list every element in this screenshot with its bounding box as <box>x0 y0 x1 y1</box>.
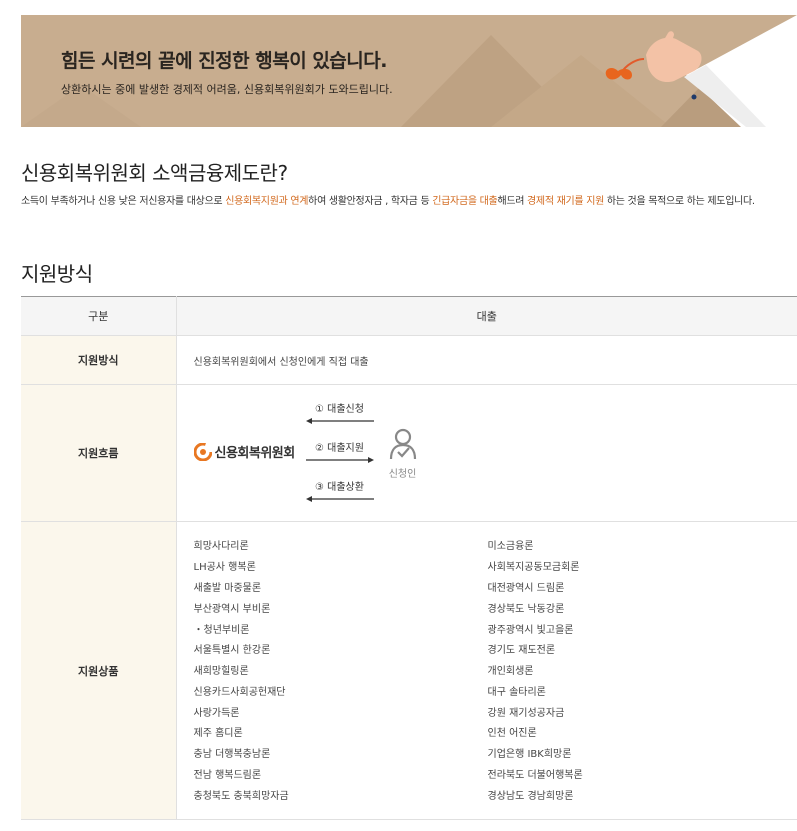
product-item: 전남 행복드림론 <box>193 770 262 782</box>
product-item: 서울특별시 한강론 <box>193 645 271 657</box>
intro-text: 하여 생활안정자금 , 학자금 등 <box>308 196 433 207</box>
applicant-person-icon <box>389 428 416 460</box>
product-item: 개인회생론 <box>487 666 534 678</box>
product-item: 사회복지공동모금회론 <box>487 562 580 574</box>
product-item: 인천 어진론 <box>487 728 537 740</box>
row-label-method: 지원방식 <box>21 335 177 385</box>
intro-text: 하는 것을 목적으로 하는 제도입니다. <box>604 196 755 207</box>
product-item: ・청년부비론 <box>193 624 250 636</box>
product-item: 새출발 마중물론 <box>193 582 262 594</box>
row-value-products: 희망사다리론 LH공사 행복론새출발 마중물론부산광역시 부비론 ・청년부비론서울특… <box>176 521 797 820</box>
arrow-right-icon <box>305 457 374 463</box>
flow-step-repay: ③ 대출상환 <box>315 482 364 493</box>
table-header-row: 구분 대출 <box>21 296 797 336</box>
org-logo-icon <box>193 442 212 461</box>
row-label-products: 지원상품 <box>21 521 177 820</box>
section-title-support: 지원방식 <box>21 262 93 286</box>
product-item: 경상북도 낙동강론 <box>487 603 565 615</box>
section-title-intro: 신용회복위원회 소액금융제도란? <box>21 161 288 185</box>
row-value-flow: 신용회복위원회 ① 대출신청 ② 대출지원 ③ 대출상환 신청인 <box>176 384 797 522</box>
product-item: 광주광역시 빛고을론 <box>487 624 574 636</box>
product-item: 충청북도 충북희망자금 <box>193 790 289 802</box>
product-item: 전라북도 더불어행복론 <box>487 770 583 782</box>
product-item: 충남 더행복충남론 <box>193 749 271 761</box>
arrow-left-icon <box>305 496 374 502</box>
hero-banner: 힘든 시련의 끝에 진정한 행복이 있습니다. 상환하시는 중에 발생한 경제적… <box>21 15 797 127</box>
product-item: 사랑가득론 <box>193 707 240 719</box>
row-label-flow: 지원흐름 <box>21 384 177 522</box>
product-item: 경기도 재도전론 <box>487 645 556 657</box>
hand-with-heart-icon <box>605 15 797 127</box>
applicant-label: 신청인 <box>388 469 417 480</box>
product-item: 부산광역시 부비론 <box>193 603 271 615</box>
intro-text: 소득이 부족하거나 신용 낮은 저신용자를 대상으로 <box>21 196 226 207</box>
table-row: 지원방식 신용회복위원회에서 신청인에게 직접 대출 <box>21 335 797 385</box>
intro-paragraph: 소득이 부족하거나 신용 낮은 저신용자를 대상으로 신용회복지원과 연계하여 … <box>21 192 797 211</box>
table-row: 지원흐름 신용회복위원회 ① 대출신청 ② 대출지원 ③ 대출상환 신청인 <box>21 384 797 522</box>
table-header-category: 구분 <box>21 296 177 336</box>
product-list-right: 미소금융론사회복지공동모금회론대전광역시 드림론경상북도 낙동강론광주광역시 빛… <box>488 537 782 807</box>
intro-text: 해드려 <box>497 196 528 207</box>
intro-highlight: 긴급자금을 대출 <box>432 196 498 207</box>
support-table: 구분 대출 지원방식 신용회복위원회에서 신청인에게 직접 대출 지원흐름 신용… <box>21 296 797 820</box>
org-logo-text: 신용회복위원회 <box>214 446 296 461</box>
intro-highlight: 신용회복지원과 연계 <box>225 196 309 207</box>
arrow-left-icon <box>305 418 374 424</box>
applicant: 신청인 <box>386 428 420 480</box>
product-list: 희망사다리론 LH공사 행복론새출발 마중물론부산광역시 부비론 ・청년부비론서울특… <box>194 533 797 807</box>
org-logo: 신용회복위원회 <box>193 442 296 461</box>
banner-title: 힘든 시련의 끝에 진정한 행복이 있습니다. <box>61 50 387 72</box>
product-item: 기업은행 IBK희망론 <box>487 749 572 761</box>
table-header-loan: 대출 <box>176 296 797 336</box>
support-flow-diagram: 신용회복위원회 ① 대출신청 ② 대출지원 ③ 대출상환 신청인 <box>193 385 454 521</box>
intro-highlight: 경제적 재기를 지원 <box>527 196 604 207</box>
product-item: 강원 재기성공자금 <box>487 707 565 719</box>
product-item: 대구 솔타리론 <box>487 686 546 698</box>
product-item: 제주 홈디론 <box>193 728 243 740</box>
product-item: 희망사다리론 <box>193 541 249 553</box>
product-item: 경상남도 경남희망론 <box>487 790 574 802</box>
row-value-method: 신용회복위원회에서 신청인에게 직접 대출 <box>176 335 797 385</box>
table-row: 지원상품 희망사다리론 LH공사 행복론새출발 마중물론부산광역시 부비론 ・청년부… <box>21 521 797 820</box>
product-item: 대전광역시 드림론 <box>487 582 565 594</box>
flow-step-support: ② 대출지원 <box>315 443 364 454</box>
product-list-left: 희망사다리론 LH공사 행복론새출발 마중물론부산광역시 부비론 ・청년부비론서울특… <box>194 537 488 807</box>
banner-subtitle: 상환하시는 중에 발생한 경제적 어려움, 신용회복위원회가 도와드립니다. <box>61 83 393 96</box>
product-item: 신용카드사회공헌재단 <box>193 686 286 698</box>
product-item: 새희망힐링론 <box>193 666 249 678</box>
product-item: 미소금융론 <box>487 541 534 553</box>
flow-step-apply: ① 대출신청 <box>315 404 364 415</box>
product-item: LH공사 행복론 <box>193 562 256 574</box>
